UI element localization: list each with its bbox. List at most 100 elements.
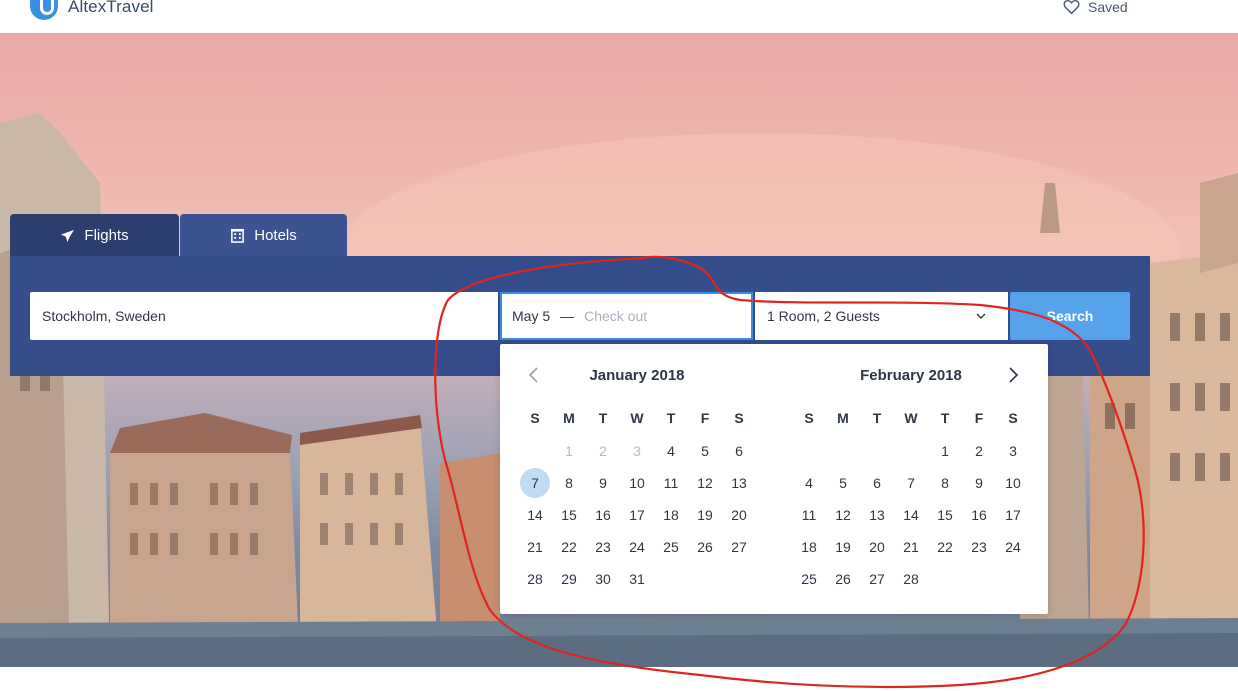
calendar-day[interactable]: 22 <box>552 531 586 563</box>
saved-link[interactable]: Saved <box>1063 0 1128 15</box>
calendar-day[interactable]: 10 <box>620 467 654 499</box>
calendar-day[interactable]: 14 <box>518 499 552 531</box>
calendar-day[interactable]: 28 <box>518 563 552 595</box>
weekday-label: M <box>837 410 849 426</box>
calendar-day[interactable]: 17 <box>996 499 1030 531</box>
calendar-day[interactable]: 26 <box>688 531 722 563</box>
calendar-day[interactable]: 11 <box>792 499 826 531</box>
saved-label: Saved <box>1088 0 1128 15</box>
calendar-day[interactable]: 30 <box>586 563 620 595</box>
destination-value: Stockholm, Sweden <box>42 308 166 324</box>
calendar-day[interactable]: 4 <box>654 435 688 467</box>
calendar-day-number: 25 <box>663 539 679 555</box>
calendar-day[interactable]: 20 <box>722 499 756 531</box>
calendar-day[interactable]: 7 <box>894 467 928 499</box>
heart-icon <box>1063 0 1080 15</box>
calendar-day-number: 27 <box>731 539 747 555</box>
calendar-day-number: 16 <box>595 507 611 523</box>
calendar-day[interactable]: 2 <box>962 435 996 467</box>
calendar-day-number: 9 <box>975 475 983 491</box>
calendar-day[interactable]: 20 <box>860 531 894 563</box>
calendar-day-number: 2 <box>975 443 983 459</box>
destination-input[interactable]: Stockholm, Sweden <box>30 292 498 340</box>
brand-logo[interactable]: AltexTravel <box>30 0 154 20</box>
calendar-day-selected[interactable]: 7 <box>518 467 552 499</box>
calendar-day[interactable]: 27 <box>722 531 756 563</box>
guests-value: 1 Room, 2 Guests <box>767 308 880 324</box>
calendar-day[interactable]: 12 <box>688 467 722 499</box>
calendar-day[interactable]: 15 <box>552 499 586 531</box>
empty-day-cell <box>518 435 552 467</box>
checkout-placeholder: Check out <box>584 308 648 324</box>
calendar-day-number: 5 <box>839 475 847 491</box>
tab-hotels[interactable]: Hotels <box>180 214 347 256</box>
calendar-day[interactable]: 27 <box>860 563 894 595</box>
calendar-day[interactable]: 28 <box>894 563 928 595</box>
calendar-day-number: 2 <box>599 443 607 459</box>
weekday-header: S M T W T F S <box>518 410 756 426</box>
calendar-day[interactable]: 26 <box>826 563 860 595</box>
calendar-day-number: 7 <box>907 475 915 491</box>
calendar-day-number: 22 <box>937 539 953 555</box>
guests-select[interactable]: 1 Room, 2 Guests <box>755 292 1008 340</box>
month-title: January 2018 <box>589 367 685 384</box>
calendar-day[interactable]: 24 <box>620 531 654 563</box>
date-range-input[interactable]: May 5 — Check out <box>500 292 753 340</box>
calendar-day[interactable]: 4 <box>792 467 826 499</box>
weekday-header: S M T W T F S <box>792 410 1030 426</box>
calendar-day-number: 1 <box>565 443 573 459</box>
calendar-day[interactable]: 8 <box>552 467 586 499</box>
calendar-day[interactable]: 1 <box>928 435 962 467</box>
calendar-day[interactable]: 19 <box>688 499 722 531</box>
calendar-day[interactable]: 17 <box>620 499 654 531</box>
calendar-day[interactable]: 9 <box>586 467 620 499</box>
calendar-day-number: 4 <box>667 443 675 459</box>
calendar-day[interactable]: 6 <box>722 435 756 467</box>
calendar-day[interactable]: 13 <box>722 467 756 499</box>
calendar-day-number: 8 <box>565 475 573 491</box>
calendar-day[interactable]: 18 <box>654 499 688 531</box>
calendar-day-number: 25 <box>801 571 817 587</box>
calendar-day-number: 12 <box>697 475 713 491</box>
calendar-day-number: 8 <box>941 475 949 491</box>
calendar-day[interactable]: 3 <box>996 435 1030 467</box>
calendar-day[interactable]: 18 <box>792 531 826 563</box>
calendar-day[interactable]: 9 <box>962 467 996 499</box>
calendar-day[interactable]: 14 <box>894 499 928 531</box>
calendar-day[interactable]: 24 <box>996 531 1030 563</box>
calendar-day-number: 24 <box>1005 539 1021 555</box>
calendar-day-number: 15 <box>561 507 577 523</box>
calendar-day-number: 12 <box>835 507 851 523</box>
tab-hotels-label: Hotels <box>254 226 297 244</box>
search-button[interactable]: Search <box>1010 292 1130 340</box>
calendar-day-number: 16 <box>971 507 987 523</box>
calendar-day-number: 23 <box>595 539 611 555</box>
calendar-day[interactable]: 19 <box>826 531 860 563</box>
calendar-day[interactable]: 25 <box>792 563 826 595</box>
calendar-day-number: 28 <box>527 571 543 587</box>
calendar-day[interactable]: 8 <box>928 467 962 499</box>
day-grid: 1 2 3 4 5 6 7 8 9 10 11 12 13 14 15 16 17 18 19 20 21 22 23 24 2… <box>792 435 1030 595</box>
calendar-day[interactable]: 12 <box>826 499 860 531</box>
calendar-day[interactable]: 16 <box>962 499 996 531</box>
calendar-day[interactable]: 16 <box>586 499 620 531</box>
calendar-day-number: 5 <box>701 443 709 459</box>
calendar-day[interactable]: 31 <box>620 563 654 595</box>
calendar-day[interactable]: 22 <box>928 531 962 563</box>
calendar-day[interactable]: 29 <box>552 563 586 595</box>
calendar-day[interactable]: 5 <box>826 467 860 499</box>
calendar-day[interactable]: 11 <box>654 467 688 499</box>
calendar-day[interactable]: 23 <box>962 531 996 563</box>
calendar-day[interactable]: 23 <box>586 531 620 563</box>
calendar-day[interactable]: 21 <box>894 531 928 563</box>
calendar-day-number: 20 <box>869 539 885 555</box>
tab-flights[interactable]: Flights <box>10 214 179 256</box>
calendar-day[interactable]: 5 <box>688 435 722 467</box>
calendar-day[interactable]: 13 <box>860 499 894 531</box>
calendar-day[interactable]: 25 <box>654 531 688 563</box>
calendar-day[interactable]: 6 <box>860 467 894 499</box>
calendar-day-number: 4 <box>805 475 813 491</box>
calendar-day[interactable]: 15 <box>928 499 962 531</box>
calendar-day[interactable]: 10 <box>996 467 1030 499</box>
calendar-day[interactable]: 21 <box>518 531 552 563</box>
